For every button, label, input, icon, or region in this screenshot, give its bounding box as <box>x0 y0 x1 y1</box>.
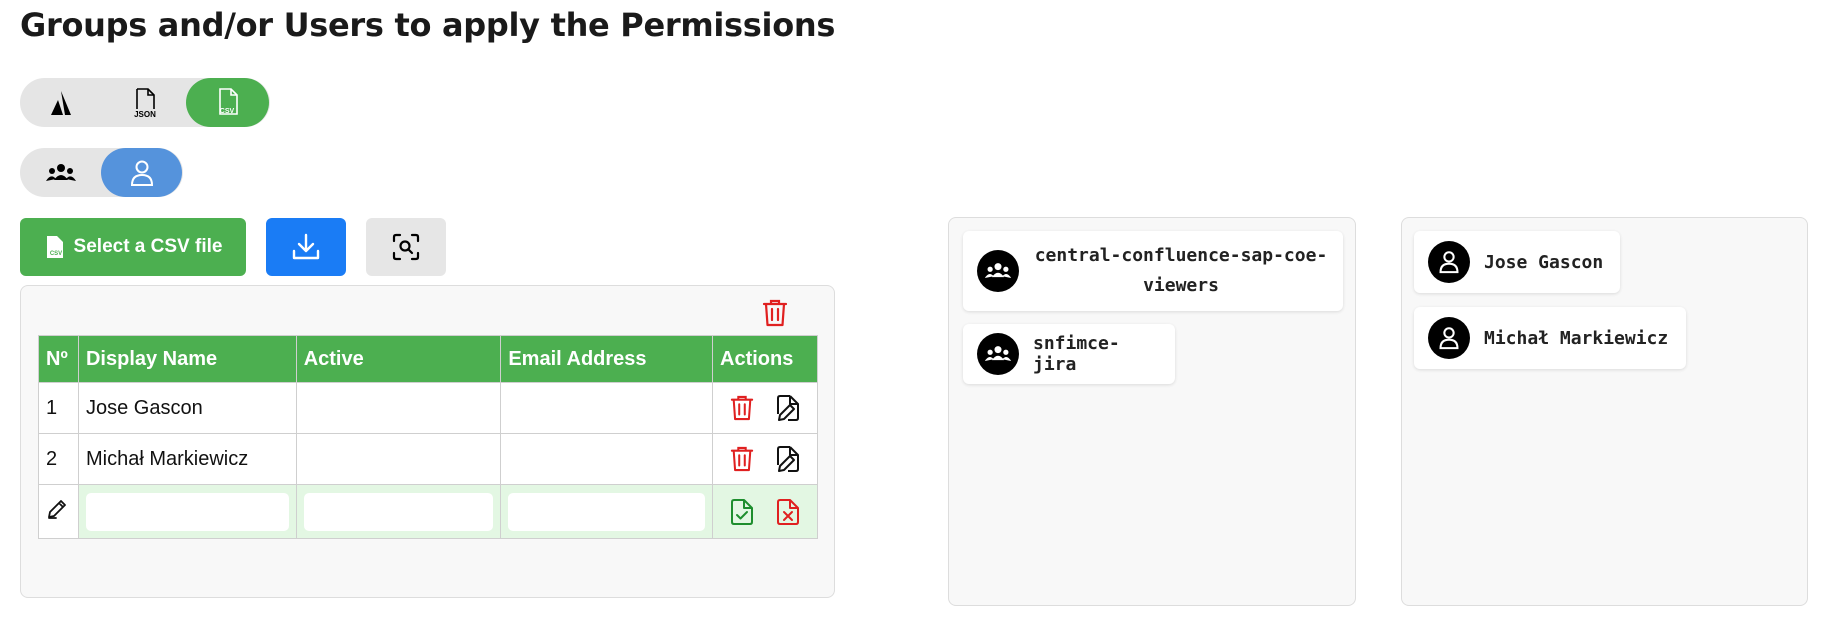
user-avatar <box>1428 317 1470 359</box>
user-icon <box>1439 251 1459 274</box>
select-csv-label: Select a CSV file <box>73 236 223 257</box>
row-email <box>500 382 714 434</box>
file-check-icon <box>731 498 753 525</box>
source-option-atlassian[interactable] <box>20 78 103 127</box>
trash-icon <box>730 446 754 472</box>
edit-row-button[interactable] <box>775 393 801 423</box>
table-row: 2 Michał Markiewicz <box>38 433 818 485</box>
csv-file-icon: CSV <box>46 236 63 258</box>
source-option-csv[interactable]: CSV <box>186 78 269 127</box>
type-option-users[interactable] <box>101 148 182 197</box>
active-input[interactable] <box>303 492 494 531</box>
svg-text:JSON: JSON <box>134 110 156 119</box>
row-number: 1 <box>38 382 79 434</box>
new-display-name-cell <box>77 484 297 539</box>
confirm-row-button[interactable] <box>729 497 755 527</box>
new-row-actions <box>712 484 818 539</box>
col-header-email: Email Address <box>500 335 714 383</box>
type-toggle <box>20 148 183 197</box>
row-actions <box>712 382 818 434</box>
group-avatar <box>977 250 1019 292</box>
group-icon <box>984 263 1012 278</box>
user-name: Michał Markiewicz <box>1484 327 1669 349</box>
row-number: 2 <box>38 433 79 485</box>
selected-users-panel: Jose Gascon Michał Markiewicz <box>1401 217 1808 606</box>
type-option-groups[interactable] <box>20 148 101 197</box>
delete-row-button[interactable] <box>729 393 755 423</box>
selected-groups-panel: central-confluence-sap-coe-viewers snfim… <box>948 217 1356 606</box>
user-chip[interactable]: Michał Markiewicz <box>1414 307 1686 369</box>
display-name-input[interactable] <box>85 492 289 531</box>
row-email <box>500 433 714 485</box>
cancel-row-button[interactable] <box>775 497 801 527</box>
svg-text:CSV: CSV <box>49 251 61 257</box>
page-title: Groups and/or Users to apply the Permiss… <box>20 6 836 44</box>
csv-file-icon: CSV <box>218 87 238 115</box>
table-header-row: Nº Display Name Active Email Address Act… <box>38 335 818 383</box>
users-table: Nº Display Name Active Email Address Act… <box>38 335 818 539</box>
scan-search-icon <box>392 233 420 261</box>
row-active <box>295 433 502 485</box>
group-chip[interactable]: snfimce-jira <box>963 324 1175 384</box>
row-display-name: Jose Gascon <box>77 382 297 434</box>
users-table-panel: Nº Display Name Active Email Address Act… <box>20 285 835 598</box>
user-chip[interactable]: Jose Gascon <box>1414 231 1620 293</box>
edit-file-icon <box>777 446 799 472</box>
new-row-marker <box>38 484 79 539</box>
new-row-editor <box>38 484 818 539</box>
svg-text:CSV: CSV <box>219 108 234 115</box>
scan-search-button[interactable] <box>366 218 446 276</box>
json-file-icon: JSON <box>134 87 156 119</box>
table-row: 1 Jose Gascon <box>38 382 818 434</box>
select-csv-button[interactable]: CSV Select a CSV file <box>20 218 246 276</box>
delete-row-button[interactable] <box>729 444 755 474</box>
col-header-number: Nº <box>38 335 79 383</box>
edit-row-button[interactable] <box>775 444 801 474</box>
download-icon <box>292 233 320 260</box>
pencil-icon <box>48 499 66 519</box>
download-button[interactable] <box>266 218 346 276</box>
row-active <box>295 382 502 434</box>
group-icon <box>45 163 76 181</box>
group-name: central-confluence-sap-coe-viewers <box>1034 245 1328 296</box>
atlassian-icon <box>50 90 71 115</box>
trash-icon <box>730 395 754 421</box>
user-name: Jose Gascon <box>1484 251 1604 273</box>
group-icon <box>984 346 1012 361</box>
group-avatar <box>977 333 1019 375</box>
edit-file-icon <box>777 395 799 421</box>
delete-all-button[interactable] <box>758 296 792 330</box>
new-active-cell <box>295 484 502 539</box>
email-input[interactable] <box>508 492 706 531</box>
user-icon <box>130 160 153 186</box>
row-display-name: Michał Markiewicz <box>77 433 297 485</box>
source-toggle: JSON CSV <box>20 78 270 127</box>
row-actions <box>712 433 818 485</box>
group-name: snfimce-jira <box>1033 333 1120 375</box>
user-avatar <box>1428 241 1470 283</box>
col-header-actions: Actions <box>712 335 818 383</box>
user-icon <box>1439 327 1459 350</box>
file-x-icon <box>777 498 799 525</box>
trash-icon <box>762 299 788 327</box>
col-header-display-name: Display Name <box>77 335 297 383</box>
source-option-json[interactable]: JSON <box>103 78 186 127</box>
col-header-active: Active <box>295 335 502 383</box>
new-email-cell <box>500 484 714 539</box>
group-chip[interactable]: central-confluence-sap-coe-viewers <box>963 231 1343 311</box>
